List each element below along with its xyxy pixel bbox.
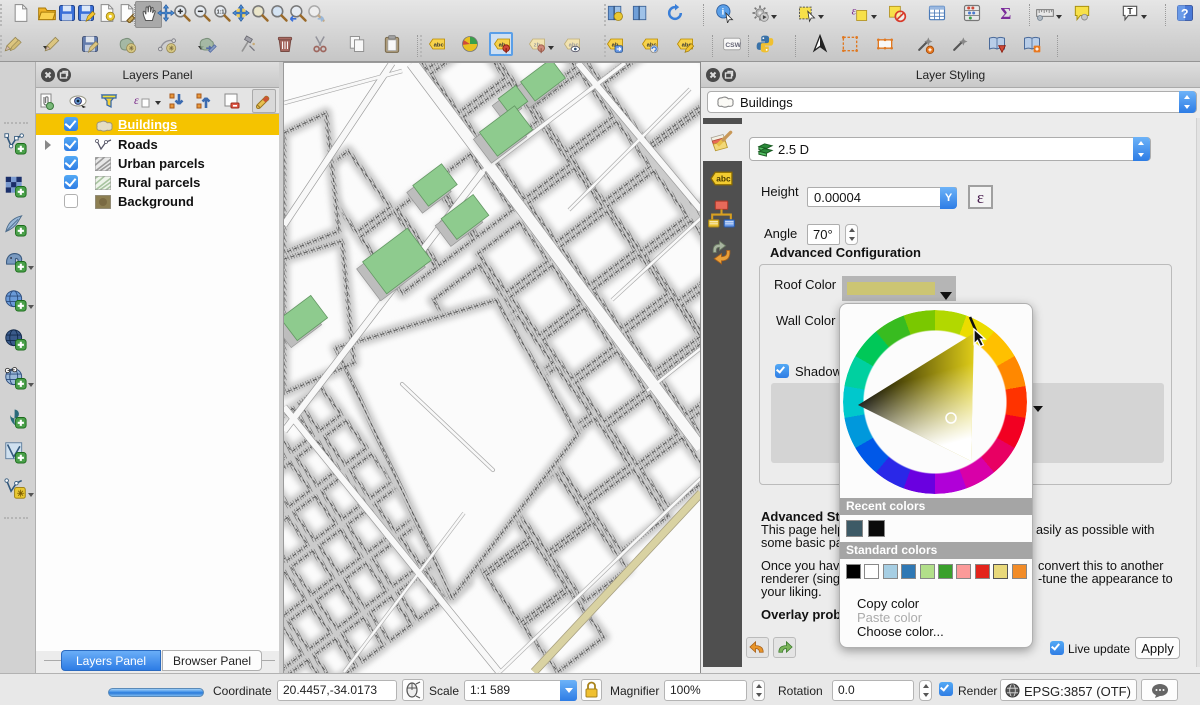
svg-text:ε: ε [134,93,139,107]
svg-text:T: T [1128,6,1133,16]
svg-text:✳: ✳ [129,45,135,53]
svg-text:1:1: 1:1 [217,9,225,15]
svg-text:✳: ✳ [17,488,25,498]
svg-text:ε: ε [852,5,857,18]
svg-text:?: ? [1181,7,1189,21]
svg-text:abc: abc [716,174,731,184]
svg-text:i: i [722,7,725,17]
svg-text:Σ: Σ [1000,4,1011,23]
svg-text:CSW: CSW [725,42,741,49]
svg-text:✳: ✳ [169,45,175,53]
svg-text:abc: abc [434,43,445,49]
